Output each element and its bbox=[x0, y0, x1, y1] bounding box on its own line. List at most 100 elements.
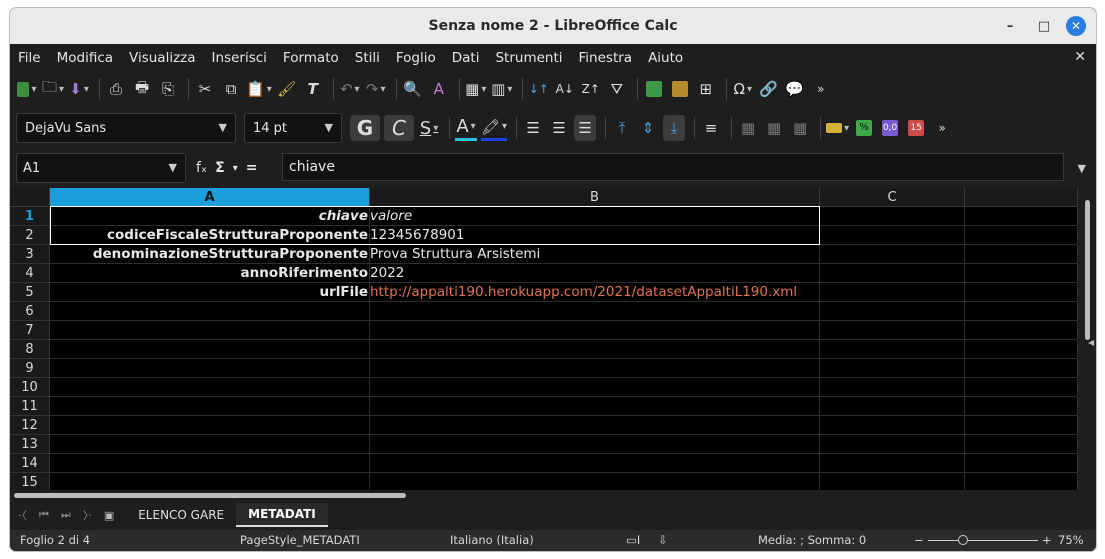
selection-summary[interactable]: Media: ; Somma: 0 bbox=[758, 533, 866, 547]
row-header-7[interactable]: 7 bbox=[10, 321, 50, 340]
empty-cell[interactable] bbox=[820, 473, 965, 490]
find-replace-icon[interactable]: 🔍 bbox=[402, 76, 424, 102]
sum-icon[interactable]: Σ bbox=[215, 160, 225, 176]
zoom-slider-thumb[interactable] bbox=[958, 535, 968, 545]
menu-inserisci[interactable]: Inserisci bbox=[212, 50, 267, 66]
sort-descending-icon[interactable]: Z↑ bbox=[580, 76, 602, 102]
row-header-6[interactable]: 6 bbox=[10, 302, 50, 321]
font-size-box[interactable]: 14 pt ▼ bbox=[244, 113, 342, 143]
chevron-down-icon[interactable]: ▼ bbox=[219, 121, 227, 134]
language[interactable]: Italiano (Italia) bbox=[450, 533, 534, 547]
selection-mode-icon[interactable]: ▭I bbox=[626, 533, 640, 547]
align-right-icon[interactable]: ☰ bbox=[574, 115, 597, 141]
cell-b3[interactable]: Prova Struttura Arsistemi bbox=[370, 245, 820, 264]
empty-cell[interactable] bbox=[820, 340, 965, 359]
page-style[interactable]: PageStyle_METADATI bbox=[240, 533, 360, 547]
empty-cell[interactable] bbox=[965, 321, 1078, 340]
empty-cell[interactable] bbox=[965, 264, 1078, 283]
cell-a5[interactable]: urlFile bbox=[50, 283, 370, 302]
column-header-b[interactable]: B bbox=[370, 188, 820, 207]
empty-cell[interactable] bbox=[370, 302, 820, 321]
empty-cell[interactable] bbox=[965, 340, 1078, 359]
close-document-icon[interactable]: ✕ bbox=[1074, 49, 1086, 65]
row-header-15[interactable]: 15 bbox=[10, 473, 50, 490]
save-icon[interactable]: ⬇ bbox=[68, 76, 90, 102]
empty-cell[interactable] bbox=[820, 416, 965, 435]
row-header-3[interactable]: 3 bbox=[10, 245, 50, 264]
empty-cell[interactable] bbox=[820, 435, 965, 454]
empty-cell[interactable] bbox=[370, 416, 820, 435]
cell-a4[interactable]: annoRiferimento bbox=[50, 264, 370, 283]
comment-icon[interactable]: 💬 bbox=[784, 76, 806, 102]
cell-a3[interactable]: denominazioneStrutturaProponente bbox=[50, 245, 370, 264]
empty-cell[interactable] bbox=[965, 454, 1078, 473]
highlight-color-icon[interactable]: 🖍 bbox=[481, 115, 508, 141]
cell-a2[interactable]: codiceFiscaleStrutturaProponente bbox=[50, 226, 370, 245]
print-preview-icon[interactable]: ⎘ bbox=[157, 76, 179, 102]
empty-cell[interactable] bbox=[370, 359, 820, 378]
underline-button[interactable]: S bbox=[418, 115, 440, 141]
empty-cell[interactable] bbox=[50, 454, 370, 473]
empty-cell[interactable] bbox=[50, 302, 370, 321]
sort-icon[interactable]: ↓↑ bbox=[528, 76, 550, 102]
clear-formatting-icon[interactable]: T bbox=[302, 76, 324, 102]
empty-cell[interactable] bbox=[50, 340, 370, 359]
row-header-9[interactable]: 9 bbox=[10, 359, 50, 378]
menu-modifica[interactable]: Modifica bbox=[57, 50, 113, 66]
formula-icon[interactable]: = bbox=[246, 160, 258, 176]
column-header-c[interactable]: C bbox=[820, 188, 965, 207]
special-character-icon[interactable]: Ω bbox=[732, 76, 754, 102]
empty-cell[interactable] bbox=[370, 378, 820, 397]
empty-cell[interactable] bbox=[965, 359, 1078, 378]
spreadsheet-grid[interactable]: A B C chiave valore codiceFiscaleStruttu… bbox=[10, 188, 1078, 490]
pivot-table-icon[interactable]: ⊞ bbox=[695, 76, 717, 102]
sort-ascending-icon[interactable]: A↓ bbox=[554, 76, 576, 102]
empty-cell[interactable] bbox=[965, 473, 1078, 490]
horizontal-scrollbar[interactable] bbox=[10, 490, 1078, 500]
currency-format-icon[interactable] bbox=[826, 115, 849, 141]
empty-cell[interactable] bbox=[820, 321, 965, 340]
zoom-out-button[interactable]: − bbox=[914, 533, 924, 547]
empty-cell[interactable] bbox=[965, 378, 1078, 397]
zoom-in-button[interactable]: + bbox=[1042, 533, 1052, 547]
empty-cell[interactable] bbox=[370, 321, 820, 340]
row-header-12[interactable]: 12 bbox=[10, 416, 50, 435]
date-format-icon[interactable]: 15 bbox=[905, 115, 927, 141]
paste-icon[interactable]: 📋 bbox=[246, 76, 272, 102]
empty-cell[interactable] bbox=[50, 397, 370, 416]
cell-b1[interactable]: valore bbox=[370, 207, 820, 226]
row-header-10[interactable]: 10 bbox=[10, 378, 50, 397]
more-options-icon[interactable]: » bbox=[810, 76, 832, 102]
empty-cell[interactable] bbox=[820, 226, 965, 245]
row-header-2[interactable]: 2 bbox=[10, 226, 50, 245]
menu-strumenti[interactable]: Strumenti bbox=[495, 50, 562, 66]
empty-cell[interactable] bbox=[820, 378, 965, 397]
more-options-icon[interactable]: » bbox=[931, 115, 953, 141]
sheet-tab-metadati[interactable]: METADATI bbox=[236, 503, 328, 527]
empty-cell[interactable] bbox=[820, 454, 965, 473]
italic-button[interactable]: C bbox=[384, 115, 414, 141]
scroll-arrow-icon[interactable]: ◀ bbox=[1088, 338, 1094, 347]
vertical-scrollbar[interactable]: ◀ bbox=[1078, 188, 1096, 490]
minimize-button[interactable]: – bbox=[1000, 16, 1020, 36]
chevron-down-icon[interactable]: ▼ bbox=[169, 161, 177, 174]
export-pdf-icon[interactable]: ⎙ bbox=[105, 76, 127, 102]
insert-image-icon[interactable] bbox=[643, 76, 665, 102]
maximize-button[interactable]: □ bbox=[1034, 16, 1054, 36]
formula-input[interactable]: chiave bbox=[282, 153, 1064, 181]
zoom-level[interactable]: 75% bbox=[1058, 533, 1084, 547]
clone-formatting-icon[interactable]: 🖌 bbox=[276, 76, 298, 102]
column-header-a[interactable]: A bbox=[50, 188, 370, 207]
insert-chart-icon[interactable] bbox=[669, 76, 691, 102]
new-document-icon[interactable] bbox=[16, 76, 38, 102]
empty-cell[interactable] bbox=[965, 435, 1078, 454]
empty-cell[interactable] bbox=[820, 302, 965, 321]
merge-center-icon[interactable]: ▦ bbox=[763, 115, 785, 141]
empty-cell[interactable] bbox=[370, 473, 820, 490]
menu-dati[interactable]: Dati bbox=[452, 50, 480, 66]
align-middle-icon[interactable]: ⇕ bbox=[637, 115, 659, 141]
column-header-d[interactable] bbox=[965, 188, 1078, 207]
empty-cell[interactable] bbox=[50, 321, 370, 340]
menu-visualizza[interactable]: Visualizza bbox=[129, 50, 196, 66]
menu-foglio[interactable]: Foglio bbox=[396, 50, 436, 66]
